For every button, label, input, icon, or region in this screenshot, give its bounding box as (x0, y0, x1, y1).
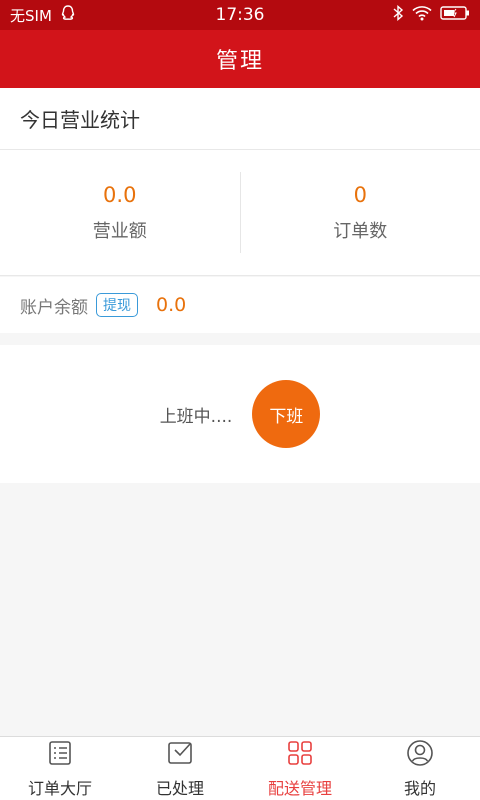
balance-value: 0.0 (156, 294, 187, 316)
bluetooth-icon (392, 4, 404, 25)
today-stats-panel: 0.0 营业额 0 订单数 (0, 150, 480, 276)
today-stats-title: 今日营业统计 (0, 88, 480, 150)
balance-label: 账户余额 (20, 297, 88, 318)
tab-label-delivery-management: 配送管理 (267, 778, 332, 798)
grid-icon (286, 739, 314, 771)
wifi-icon (412, 5, 432, 25)
tab-label-order-hall: 订单大厅 (27, 778, 92, 798)
tab-label-mine: 我的 (403, 778, 436, 798)
tab-order-hall[interactable]: 订单大厅 (0, 737, 120, 800)
withdraw-button[interactable]: 提现 (96, 293, 138, 317)
orders-value: 0 (353, 182, 367, 207)
orders-stat: 0 订单数 (241, 150, 480, 275)
revenue-label: 营业额 (92, 220, 147, 242)
tab-delivery-management[interactable]: 配送管理 (240, 737, 360, 800)
revenue-value: 0.0 (103, 182, 137, 207)
orders-label: 订单数 (333, 220, 388, 242)
off-duty-button[interactable]: 下班 (252, 380, 321, 448)
revenue-stat: 0.0 营业额 (0, 150, 240, 275)
carrier-text: 无SIM (10, 6, 52, 25)
tab-mine[interactable]: 我的 (360, 737, 480, 800)
bottom-tab-bar: 订单大厅 已处理 配送管理 我的 (0, 736, 480, 800)
page-title: 管理 (0, 30, 480, 88)
duty-status-text: 上班中.... (159, 406, 233, 427)
qq-icon (60, 5, 76, 25)
check-box-icon (166, 739, 194, 771)
account-balance-row: 账户余额 提现 0.0 (0, 277, 480, 333)
status-bar: 无SIM 17:36 (0, 0, 480, 30)
tab-label-processed: 已处理 (155, 778, 204, 798)
tab-processed[interactable]: 已处理 (120, 737, 240, 800)
list-icon (46, 739, 74, 771)
user-icon (406, 739, 434, 771)
duty-panel: 上班中.... 下班 (0, 345, 480, 483)
battery-icon (440, 5, 470, 25)
